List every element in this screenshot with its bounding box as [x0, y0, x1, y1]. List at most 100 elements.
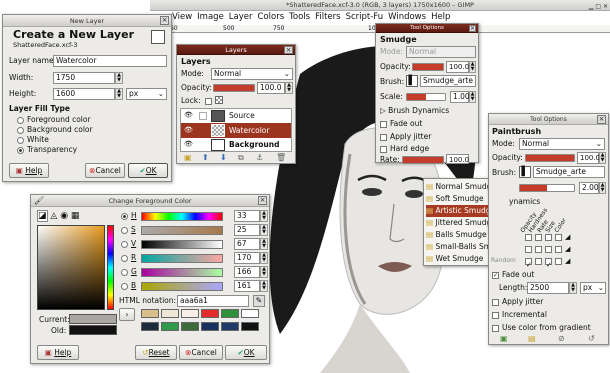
opacity-slider[interactable]: [412, 63, 444, 71]
history-swatch[interactable]: [161, 309, 179, 318]
channel-stepper[interactable]: ▲ ▼: [260, 266, 268, 278]
channel-stepper[interactable]: ▲ ▼: [260, 280, 268, 292]
width-stepper[interactable]: ▲ ▼: [115, 72, 123, 84]
scale-slider[interactable]: [519, 184, 575, 192]
menu-help[interactable]: Help: [431, 12, 450, 22]
duplicate-layer-icon[interactable]: ⧉: [238, 153, 244, 163]
ok-button[interactable]: ✔OK: [128, 163, 168, 178]
dyn-row[interactable]: ◢: [525, 243, 585, 255]
delete-preset-icon[interactable]: ⊘: [558, 334, 565, 343]
opacity-stepper[interactable]: ▲ ▼: [469, 61, 476, 73]
channel-value[interactable]: 170: [234, 252, 260, 264]
channel-value[interactable]: 161: [234, 280, 260, 292]
fill-option-transparency[interactable]: Transparency: [17, 145, 77, 155]
length-input[interactable]: 2500: [527, 282, 569, 294]
eyedropper-icon[interactable]: ✎: [253, 295, 265, 307]
close-icon[interactable]: ×: [160, 16, 169, 25]
history-arrow-button[interactable]: ›: [119, 308, 135, 321]
anchor-layer-icon[interactable]: ⚓: [256, 153, 263, 163]
rate-slider[interactable]: [402, 156, 444, 164]
dyn-row[interactable]: ◢: [525, 231, 585, 243]
help-button[interactable]: ▣ Help: [37, 345, 79, 360]
hue-strip[interactable]: [107, 225, 114, 310]
channel-stepper[interactable]: ▲ ▼: [260, 252, 268, 264]
history-swatch[interactable]: [201, 309, 219, 318]
opacity-input[interactable]: 100.0: [577, 152, 600, 164]
triangle-selector-tab-icon[interactable]: ◬: [50, 211, 57, 221]
fill-option-background[interactable]: Background color: [17, 125, 93, 135]
mode-select[interactable]: Normal ⌄: [519, 138, 605, 150]
opacity-stepper[interactable]: ▲ ▼: [599, 152, 606, 164]
hard-edge-checkbox[interactable]: Hard edge: [380, 144, 429, 154]
channel-radio[interactable]: [121, 283, 128, 290]
channel-value[interactable]: 67: [234, 238, 260, 250]
opacity-input[interactable]: 100.0: [446, 61, 469, 73]
close-icon[interactable]: ×: [597, 115, 606, 124]
layer-row-background[interactable]: 👁 Background: [181, 138, 291, 152]
history-swatch[interactable]: [241, 309, 259, 318]
save-preset-icon[interactable]: ▣: [500, 334, 508, 343]
eye-icon[interactable]: 👁: [184, 126, 193, 134]
layer-row-watercolor[interactable]: 👁 Watercolor: [181, 123, 291, 138]
window-controls[interactable]: ▁ □ ✕: [589, 1, 608, 12]
red-slider[interactable]: [141, 254, 223, 263]
hue-slider[interactable]: [141, 212, 223, 221]
reset-button[interactable]: ↺Reset: [135, 345, 177, 360]
ok-button[interactable]: ✔OK: [225, 345, 267, 360]
rate-input[interactable]: 100.0: [446, 154, 469, 164]
help-button[interactable]: ▣ Help: [9, 163, 49, 178]
history-swatch[interactable]: [201, 322, 219, 331]
scale-stepper[interactable]: ▲ ▼: [599, 182, 606, 194]
eye-icon[interactable]: 👁: [184, 111, 193, 119]
scale-stepper[interactable]: ▲ ▼: [469, 91, 476, 103]
history-swatch[interactable]: [141, 322, 159, 331]
layer-row-source[interactable]: 👁 Source: [181, 109, 291, 123]
green-slider[interactable]: [141, 268, 223, 277]
menu-script-fu[interactable]: Script-Fu: [346, 12, 384, 22]
lock-checkbox[interactable]: [205, 98, 212, 105]
apply-jitter-checkbox[interactable]: Apply jitter: [380, 132, 431, 142]
cancel-button[interactable]: ⊗Cancel: [179, 345, 223, 360]
opacity-slider[interactable]: [213, 84, 255, 92]
close-icon[interactable]: ×: [469, 25, 476, 32]
cancel-button[interactable]: ⊗Cancel: [85, 163, 125, 178]
channel-stepper[interactable]: ▲ ▼: [260, 210, 268, 222]
fill-option-foreground[interactable]: Foreground color: [17, 115, 91, 125]
restore-preset-icon[interactable]: ▤: [528, 334, 536, 343]
mode-select[interactable]: Normal: [406, 46, 476, 58]
cmyk-tab-icon[interactable]: ▦: [71, 211, 80, 221]
fade-out-checkbox[interactable]: Fade out: [380, 119, 422, 129]
close-icon[interactable]: ×: [258, 196, 267, 205]
history-swatch[interactable]: [241, 322, 259, 331]
gradient-checkbox[interactable]: Use color from gradient: [492, 323, 591, 333]
width-input[interactable]: 1750: [53, 72, 115, 84]
dyn-row[interactable]: ✓ ✓ ◢: [525, 255, 585, 269]
history-swatch[interactable]: [221, 309, 239, 318]
watercolor-tab-icon[interactable]: ◉: [60, 211, 68, 221]
channel-radio[interactable]: [121, 255, 128, 262]
scale-slider[interactable]: [406, 93, 446, 101]
close-icon[interactable]: ×: [284, 46, 293, 54]
channel-radio[interactable]: [121, 269, 128, 276]
channel-radio[interactable]: [121, 227, 128, 234]
lower-layer-icon[interactable]: ⬇: [220, 153, 227, 163]
menu-filters[interactable]: Filters: [315, 12, 340, 22]
menu-layer[interactable]: Layer: [229, 12, 253, 22]
fade-out-checkbox[interactable]: ✓ Fade out: [492, 270, 534, 280]
history-swatch[interactable]: [161, 322, 179, 331]
channel-value[interactable]: 33: [234, 210, 260, 222]
opacity-slider[interactable]: [525, 154, 575, 162]
delete-layer-icon[interactable]: 🗑: [276, 153, 286, 163]
lock-alpha-icon[interactable]: [215, 96, 223, 104]
channel-stepper[interactable]: ▲ ▼: [260, 224, 268, 236]
menu-colors[interactable]: Colors: [258, 12, 285, 22]
incremental-checkbox[interactable]: Incremental: [492, 310, 547, 320]
layer-name-input[interactable]: Watercolor: [53, 55, 167, 67]
menu-view[interactable]: View: [172, 12, 192, 22]
channel-value[interactable]: 166: [234, 266, 260, 278]
blue-slider[interactable]: [141, 282, 223, 291]
scale-input[interactable]: 2.00: [579, 182, 599, 194]
length-stepper[interactable]: ▲ ▼: [569, 282, 577, 294]
opacity-stepper[interactable]: ▲ ▼: [285, 82, 293, 94]
chain-icon[interactable]: [199, 112, 207, 120]
